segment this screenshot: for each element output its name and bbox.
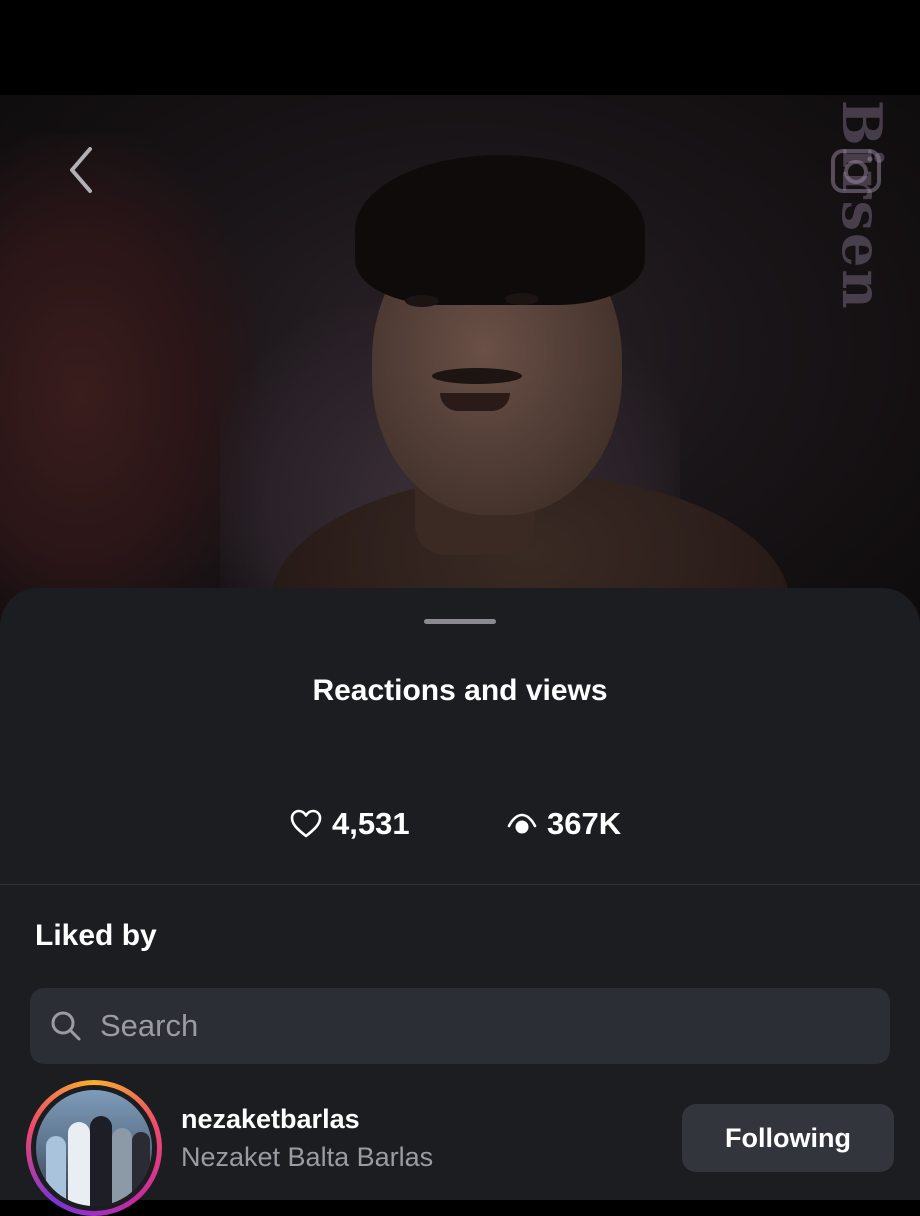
search-icon [51,1011,81,1041]
story-watermark: Birsen [820,100,920,330]
divider [0,884,920,885]
stats-row: 4,531 367K [0,804,920,844]
story-media[interactable] [0,95,920,655]
story-person-mustache [432,368,522,384]
user-row[interactable]: nezaketbarlas Nezaket Balta Barlas Follo… [0,1078,920,1216]
sheet-title: Reactions and views [312,674,608,707]
sheet-grabber[interactable] [424,619,496,624]
avatar-figure [90,1116,112,1206]
views-count: 367K [547,806,622,841]
story-person-eye-left [405,295,439,307]
following-button[interactable]: Following [682,1104,894,1172]
avatar-ring-gap [31,1085,157,1211]
likes-count: 4,531 [332,806,410,841]
search-bar[interactable] [30,988,890,1064]
avatar-story-ring[interactable] [26,1080,162,1216]
search-input[interactable] [98,1007,862,1045]
views-stat[interactable]: 367K [507,804,621,844]
avatar-figure [46,1136,66,1206]
status-bar [0,0,920,95]
story-person-mouth [440,393,510,411]
avatar-figure [112,1128,132,1206]
likes-stat[interactable]: 4,531 [290,804,410,844]
chevron-left-icon[interactable] [62,145,102,195]
watermark-text: Birsen [830,100,894,311]
liked-by-heading: Liked by [35,919,157,952]
username[interactable]: nezaketbarlas [181,1104,360,1135]
reactions-sheet: Reactions and views 4,531 367K Liked by [0,588,920,1216]
camera-icon [831,149,881,193]
heart-icon [290,809,322,838]
avatar [36,1090,152,1206]
eye-icon [507,813,537,834]
full-name: Nezaket Balta Barlas [181,1142,434,1172]
story-person-eye-right [505,293,539,305]
story-person-hair [355,155,645,305]
avatar-figure [132,1132,150,1206]
avatar-figure [68,1122,90,1206]
